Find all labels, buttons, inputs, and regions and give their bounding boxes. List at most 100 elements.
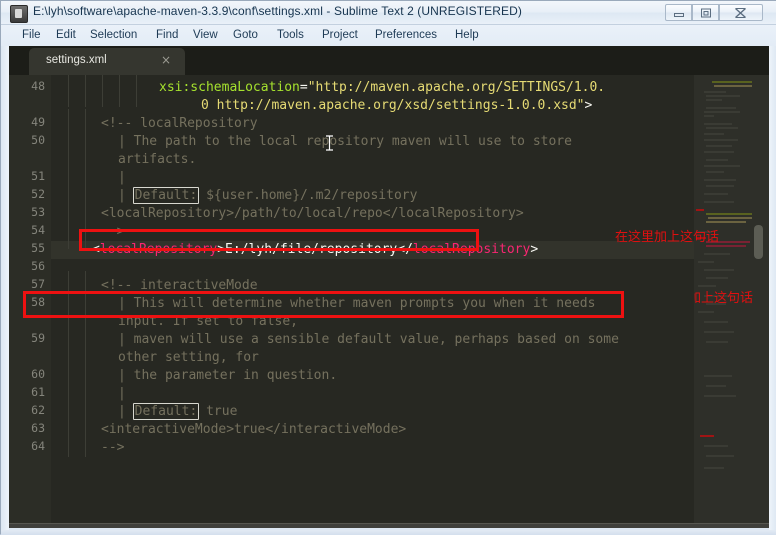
menu-item-find[interactable]: Find xyxy=(153,28,181,42)
code-line[interactable]: | Default: true xyxy=(118,403,237,421)
window-bottom-border xyxy=(1,530,776,535)
close-icon xyxy=(735,7,746,18)
code-line[interactable]: other setting, for xyxy=(118,349,259,367)
code-line[interactable]: <interactiveMode>true</interactiveMode> xyxy=(101,421,406,439)
code-token: | The path to the local repository maven… xyxy=(118,134,572,149)
code-token: <!-- interactiveMode xyxy=(101,278,258,293)
menu-item-project[interactable]: Project xyxy=(319,28,361,42)
minimap-code-row xyxy=(704,201,734,203)
line-number: 55 xyxy=(31,241,45,255)
line-number: 50 xyxy=(31,133,45,147)
code-line[interactable]: | xyxy=(118,385,126,403)
code-token: localRepository xyxy=(412,242,531,257)
indent-guide xyxy=(85,271,86,457)
minimap-code-row xyxy=(706,221,746,223)
close-button[interactable] xyxy=(719,4,763,21)
minimap-code-row xyxy=(706,145,732,147)
minimap-code-row xyxy=(704,193,728,195)
code-line[interactable]: xsi:schemaLocation="http://maven.apache.… xyxy=(159,79,605,97)
minimap-code-row xyxy=(696,209,704,211)
code-line[interactable]: <localRepository>E:/lyh/file/repository<… xyxy=(92,241,538,259)
minimap-code-row xyxy=(706,341,728,343)
menu-item-preferences[interactable]: Preferences xyxy=(372,28,440,42)
maximize-button[interactable] xyxy=(692,4,719,21)
search-match-highlight: Default: xyxy=(132,187,200,204)
code-token: | xyxy=(118,170,126,185)
minimap-code-row xyxy=(704,269,734,271)
tab-label: settings.xml xyxy=(46,54,107,66)
code-line[interactable]: <!-- localRepository xyxy=(101,115,258,133)
minimap-code-row xyxy=(704,395,736,397)
code-token: | xyxy=(118,404,134,419)
indent-guide xyxy=(119,75,120,107)
minimize-button[interactable] xyxy=(665,4,692,21)
menu-item-file[interactable]: File xyxy=(19,28,44,42)
code-line[interactable]: input. If set to false, xyxy=(118,313,298,331)
minimap-code-row xyxy=(714,85,752,87)
minimap-code-row xyxy=(704,321,728,323)
code-editor-area[interactable]: xsi:schemaLocation="http://maven.apache.… xyxy=(51,75,694,523)
minimap-code-row xyxy=(704,375,732,377)
minimap-code-row xyxy=(706,277,728,279)
minimap-code-row xyxy=(706,245,746,247)
code-line[interactable]: <!-- interactiveMode xyxy=(101,277,258,295)
tab-settings-xml[interactable]: settings.xml × xyxy=(29,48,185,75)
code-token: "http://maven.apache.org/SETTINGS/1.0. xyxy=(307,80,606,95)
minimap-code-row xyxy=(704,123,732,125)
red-annotation-text: 在这里加上这句话 xyxy=(615,230,720,245)
code-line[interactable]: | The path to the local repository maven… xyxy=(118,133,572,151)
window-left-border xyxy=(1,46,9,535)
code-token: 0 http://maven.apache.org/xsd/settings-1… xyxy=(201,98,585,113)
code-token: | xyxy=(118,188,134,203)
menu-item-selection[interactable]: Selection xyxy=(87,28,140,42)
minimap-code-row xyxy=(704,151,734,153)
code-token: | maven will use a sensible default valu… xyxy=(118,332,619,347)
code-token: --> xyxy=(101,224,125,239)
menu-item-goto[interactable]: Goto xyxy=(230,28,261,42)
code-line[interactable]: <localRepository>/path/to/local/repo</lo… xyxy=(101,205,524,223)
minimap-code-row xyxy=(706,213,752,215)
code-line[interactable]: artifacts. xyxy=(118,151,196,169)
line-number: 63 xyxy=(31,421,45,435)
code-line[interactable]: 0 http://maven.apache.org/xsd/settings-1… xyxy=(201,97,592,115)
code-line[interactable]: --> xyxy=(101,439,124,457)
minimap-code-row xyxy=(704,139,738,141)
code-token: localRepository xyxy=(99,242,218,257)
code-line[interactable]: | xyxy=(118,169,126,187)
line-number: 49 xyxy=(31,115,45,129)
indent-guide xyxy=(68,75,69,107)
minimap-code-row xyxy=(706,95,740,97)
menu-item-view[interactable]: View xyxy=(190,28,221,42)
search-match-highlight: Default: xyxy=(132,403,200,420)
line-number: 59 xyxy=(31,331,45,345)
indent-guide xyxy=(68,109,69,249)
minimap-code-row xyxy=(712,81,752,83)
tab-bar-left-cap xyxy=(9,48,31,75)
menu-item-help[interactable]: Help xyxy=(452,28,482,42)
line-number: 60 xyxy=(31,367,45,381)
indent-guide xyxy=(85,75,86,107)
minimap-code-row xyxy=(704,133,724,135)
code-line[interactable]: --> xyxy=(101,223,124,241)
tab-close-icon[interactable]: × xyxy=(161,53,171,67)
menu-item-edit[interactable]: Edit xyxy=(53,28,79,42)
vertical-scrollbar-track[interactable] xyxy=(752,75,765,523)
code-line[interactable]: | This will determine whether maven prom… xyxy=(118,295,595,313)
editor-window-body: settings.xml × 48 49 50 51 52 53 54 55 56 57 58 59 6… xyxy=(9,46,769,528)
vertical-scrollbar-thumb[interactable] xyxy=(754,225,763,259)
line-number: 51 xyxy=(31,169,45,183)
line-number: 56 xyxy=(31,259,45,273)
code-line[interactable]: | maven will use a sensible default valu… xyxy=(118,331,619,349)
window-title: E:\lyh\software\apache-maven-3.3.9\conf\… xyxy=(33,4,523,18)
minimap-code-row xyxy=(704,331,734,333)
minimap-code-row xyxy=(704,115,714,117)
find-panel: .*Aa“”FindFind PrevFind All xyxy=(9,523,769,528)
minimize-icon xyxy=(673,12,684,17)
menu-item-tools[interactable]: Tools xyxy=(274,28,307,42)
code-token: --> xyxy=(101,440,125,455)
code-line[interactable]: | the parameter in question. xyxy=(118,367,337,385)
line-number: 62 xyxy=(31,403,45,417)
line-number: 57 xyxy=(31,277,45,291)
code-line[interactable]: | Default: ${user.home}/.m2/repository xyxy=(118,187,417,205)
indent-guide xyxy=(68,271,69,457)
